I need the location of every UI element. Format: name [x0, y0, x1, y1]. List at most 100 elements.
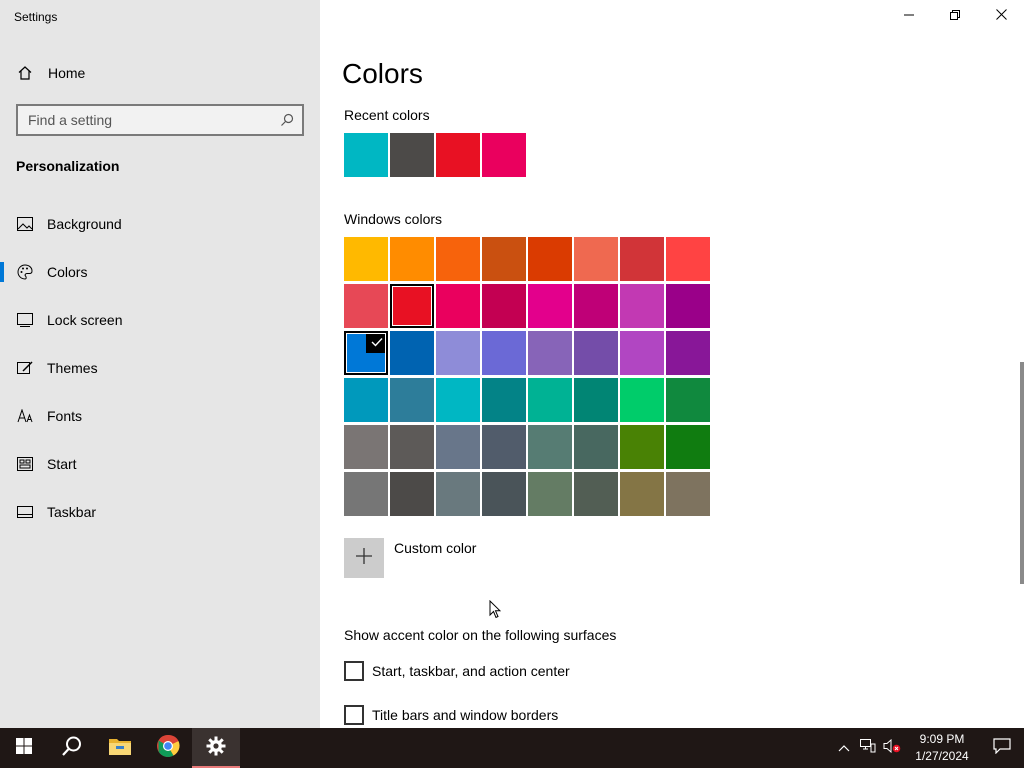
color-swatch[interactable] [574, 425, 618, 469]
clock-date: 1/27/2024 [915, 749, 969, 763]
color-swatch[interactable] [344, 378, 388, 422]
color-swatch[interactable] [436, 331, 480, 375]
color-swatch[interactable] [528, 425, 572, 469]
chevron-up-icon [838, 739, 850, 757]
color-swatch[interactable] [574, 331, 618, 375]
action-center-button[interactable] [980, 728, 1024, 768]
color-swatch[interactable] [482, 237, 526, 281]
sidebar-item-taskbar[interactable]: Taskbar [0, 488, 320, 536]
color-swatch[interactable] [574, 378, 618, 422]
color-swatch[interactable] [620, 472, 664, 516]
color-swatch[interactable] [344, 284, 388, 328]
page-title: Colors [342, 58, 423, 89]
show-hidden-icons-button[interactable] [832, 728, 856, 768]
color-swatch[interactable] [390, 284, 434, 328]
minimize-button[interactable] [886, 0, 932, 32]
sidebar-item-themes[interactable]: Themes [0, 344, 320, 392]
file-explorer-button[interactable] [96, 728, 144, 768]
plus-icon [355, 547, 373, 570]
color-swatch[interactable] [620, 425, 664, 469]
sidebar-item-fonts[interactable]: Fonts [0, 392, 320, 440]
sidebar-item-colors[interactable]: Colors [0, 248, 320, 296]
sidebar-item-start[interactable]: Start [0, 440, 320, 488]
color-swatch[interactable] [436, 425, 480, 469]
color-swatch[interactable] [436, 284, 480, 328]
color-swatch[interactable] [666, 237, 710, 281]
title-bars-checkbox[interactable] [344, 705, 364, 725]
custom-color-button[interactable] [344, 538, 384, 578]
network-button[interactable] [856, 728, 880, 768]
search-box[interactable] [16, 104, 304, 136]
color-swatch[interactable] [574, 472, 618, 516]
color-swatch[interactable] [436, 237, 480, 281]
sidebar-item-label: Background [47, 216, 122, 232]
color-swatch[interactable] [666, 378, 710, 422]
checkbox-label: Start, taskbar, and action center [372, 663, 570, 679]
color-swatch[interactable] [344, 472, 388, 516]
color-swatch[interactable] [528, 237, 572, 281]
color-swatch[interactable] [574, 284, 618, 328]
recent-colors-label: Recent colors [344, 107, 430, 123]
settings-taskbar-button[interactable] [192, 728, 240, 768]
restore-button[interactable] [932, 0, 978, 32]
taskbar-icon [16, 503, 34, 521]
chrome-icon [156, 734, 180, 763]
color-swatch[interactable] [620, 284, 664, 328]
start-button[interactable] [0, 728, 48, 768]
color-swatch[interactable] [344, 425, 388, 469]
notification-icon [993, 737, 1011, 759]
recent-color-swatch[interactable] [482, 133, 526, 177]
sidebar-item-background[interactable]: Background [0, 200, 320, 248]
color-swatch[interactable] [344, 237, 388, 281]
color-swatch[interactable] [528, 378, 572, 422]
checkbox-row-start-taskbar[interactable]: Start, taskbar, and action center [344, 661, 570, 681]
chrome-button[interactable] [144, 728, 192, 768]
color-swatch[interactable] [528, 284, 572, 328]
color-swatch[interactable] [666, 425, 710, 469]
volume-button[interactable] [880, 728, 904, 768]
sidebar-item-label: Taskbar [47, 504, 97, 520]
color-swatch[interactable] [482, 425, 526, 469]
color-swatch[interactable] [620, 331, 664, 375]
color-swatch[interactable] [482, 284, 526, 328]
custom-color-label[interactable]: Custom color [394, 540, 476, 556]
color-swatch[interactable] [528, 472, 572, 516]
color-swatch[interactable] [390, 425, 434, 469]
color-swatch[interactable] [390, 378, 434, 422]
windows-colors-grid [344, 237, 710, 516]
color-swatch[interactable] [620, 378, 664, 422]
search-input[interactable] [28, 112, 280, 128]
scrollbar-thumb[interactable] [1020, 362, 1024, 584]
sidebar-item-label: Themes [47, 360, 98, 376]
color-swatch[interactable] [482, 378, 526, 422]
start-icon [16, 737, 32, 759]
palette-icon [16, 263, 34, 281]
sidebar-item-home[interactable]: Home [0, 56, 320, 90]
color-swatch[interactable] [436, 378, 480, 422]
color-swatch[interactable] [482, 331, 526, 375]
color-swatch[interactable] [390, 237, 434, 281]
sidebar-item-lock-screen[interactable]: Lock screen [0, 296, 320, 344]
taskbar-clock[interactable]: 9:09 PM 1/27/2024 [904, 731, 980, 765]
color-swatch[interactable] [620, 237, 664, 281]
start-taskbar-checkbox[interactable] [344, 661, 364, 681]
color-swatch[interactable] [390, 472, 434, 516]
search-icon[interactable] [280, 113, 294, 127]
taskbar: 9:09 PM 1/27/2024 [0, 728, 1024, 768]
color-swatch[interactable] [666, 284, 710, 328]
color-swatch[interactable] [344, 331, 388, 375]
color-swatch[interactable] [528, 331, 572, 375]
color-swatch[interactable] [666, 331, 710, 375]
color-swatch[interactable] [666, 472, 710, 516]
checkbox-row-title-bars[interactable]: Title bars and window borders [344, 705, 558, 725]
color-swatch[interactable] [390, 331, 434, 375]
recent-color-swatch[interactable] [344, 133, 388, 177]
section-title: Personalization [16, 158, 120, 174]
close-button[interactable] [978, 0, 1024, 32]
color-swatch[interactable] [436, 472, 480, 516]
recent-color-swatch[interactable] [390, 133, 434, 177]
color-swatch[interactable] [574, 237, 618, 281]
taskbar-search-button[interactable] [48, 728, 96, 768]
recent-color-swatch[interactable] [436, 133, 480, 177]
color-swatch[interactable] [482, 472, 526, 516]
